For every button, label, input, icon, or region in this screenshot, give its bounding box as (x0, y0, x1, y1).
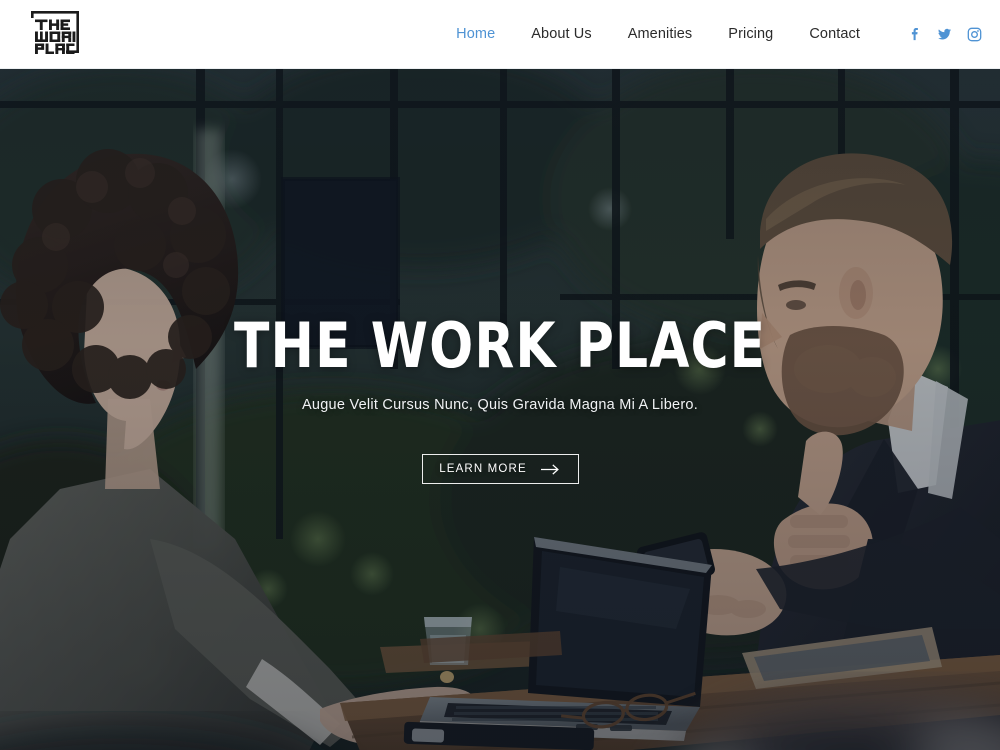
arrow-right-icon (540, 463, 561, 475)
hero-section: THE WORK PLACE Augue Velit Cursus Nunc, … (0, 69, 1000, 750)
learn-more-label: LEARN MORE (439, 463, 527, 475)
nav-item-about-us[interactable]: About Us (513, 0, 609, 69)
twitter-icon[interactable] (936, 27, 952, 43)
social-links (906, 0, 982, 69)
nav-item-home[interactable]: Home (438, 0, 513, 69)
instagram-icon[interactable] (966, 27, 982, 43)
landing-page: Home About Us Amenities Pricing Contact (0, 0, 1000, 750)
nav-item-pricing[interactable]: Pricing (710, 0, 791, 69)
learn-more-button[interactable]: LEARN MORE (421, 454, 579, 484)
facebook-icon[interactable] (906, 27, 922, 43)
hero-title: THE WORK PLACE (233, 309, 767, 382)
hero-subtitle: Augue Velit Cursus Nunc, Quis Gravida Ma… (301, 397, 699, 413)
main-navigation: Home About Us Amenities Pricing Contact (438, 0, 878, 69)
hero-content: THE WORK PLACE Augue Velit Cursus Nunc, … (0, 69, 1000, 750)
nav-item-contact[interactable]: Contact (791, 0, 878, 69)
site-logo[interactable] (22, 8, 86, 60)
site-header: Home About Us Amenities Pricing Contact (0, 0, 1000, 69)
nav-item-amenities[interactable]: Amenities (610, 0, 711, 69)
